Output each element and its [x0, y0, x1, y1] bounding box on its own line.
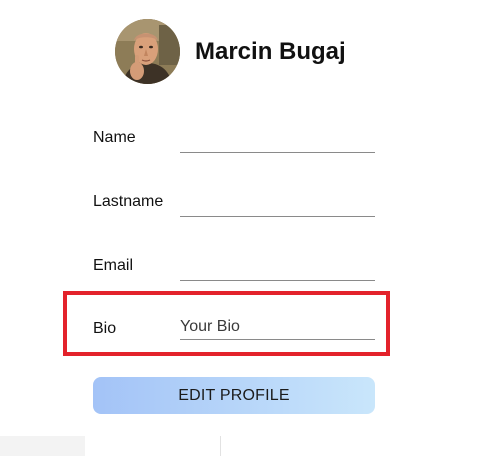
bio-input[interactable] [180, 315, 375, 340]
bottom-bar-divider [220, 436, 221, 456]
email-label: Email [93, 257, 134, 274]
bottom-bar-left-panel [0, 436, 85, 456]
lastname-label: Lastname [93, 193, 164, 210]
profile-header: Marcin Bugaj [115, 19, 346, 84]
name-label: Name [93, 129, 136, 146]
avatar-image [115, 19, 180, 84]
email-field-row: Email [93, 251, 375, 287]
edit-profile-button[interactable]: EDIT PROFILE [93, 377, 375, 414]
profile-name: Marcin Bugaj [195, 37, 346, 65]
bio-label: Bio [93, 320, 117, 337]
bottom-bar [0, 436, 493, 456]
lastname-field-row: Lastname [93, 187, 375, 223]
bio-field-row: Bio [93, 314, 375, 350]
avatar [115, 19, 180, 84]
name-input[interactable] [180, 128, 375, 153]
lastname-input[interactable] [180, 192, 375, 217]
email-input[interactable] [180, 256, 375, 281]
name-field-row: Name [93, 123, 375, 159]
